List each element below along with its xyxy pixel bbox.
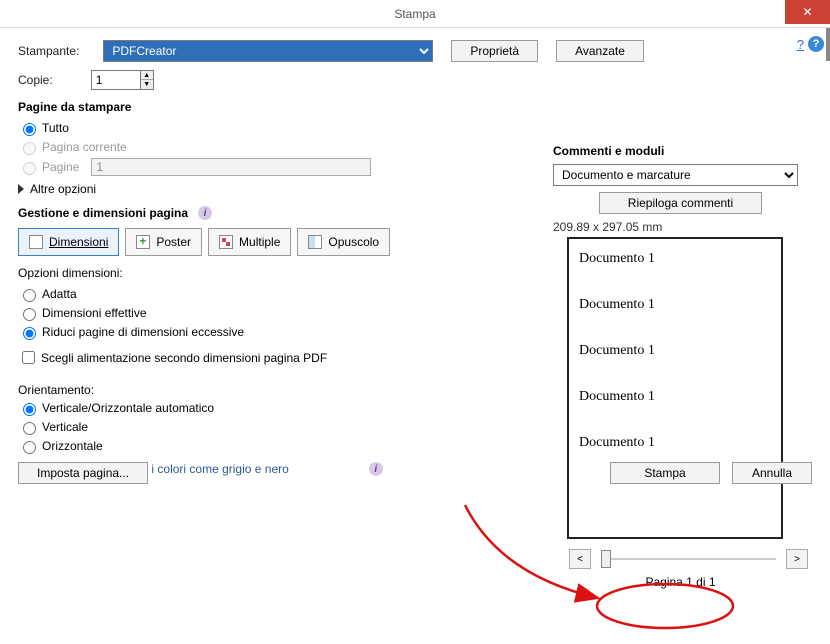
- orient-auto-label: Verticale/Orizzontale automatico: [42, 401, 214, 415]
- titlebar: Stampa ✕: [0, 0, 830, 28]
- tab-booklet-label: Opuscolo: [328, 235, 379, 249]
- paper-source-label: Scegli alimentazione secondo dimensioni …: [41, 351, 327, 365]
- info-icon[interactable]: i: [198, 206, 212, 220]
- window-title: Stampa: [394, 7, 435, 21]
- preview-box: Documento 1 Documento 1 Documento 1 Docu…: [567, 237, 783, 539]
- page-indicator: Pagina 1 di 1: [553, 575, 808, 589]
- printer-select[interactable]: PDFCreator: [103, 40, 433, 62]
- radio-all-label: Tutto: [42, 121, 69, 135]
- radio-fit-input[interactable]: [23, 289, 36, 302]
- printer-row: Stampante: PDFCreator Proprietà Avanzate: [18, 40, 812, 62]
- paper-source-checkbox[interactable]: [22, 351, 35, 364]
- radio-actual-input[interactable]: [23, 308, 36, 321]
- size-icon: [29, 235, 43, 249]
- help-area: ? ?: [797, 36, 824, 52]
- prev-page-button[interactable]: <: [569, 549, 591, 569]
- copies-input[interactable]: [91, 70, 141, 90]
- properties-button[interactable]: Proprietà: [451, 40, 538, 62]
- page-setup-button[interactable]: Imposta pagina...: [18, 462, 148, 484]
- tab-size-label: Dimensioni: [49, 235, 108, 249]
- preview-line: Documento 1: [579, 251, 771, 267]
- cancel-label: Annulla: [752, 466, 792, 480]
- footer-right: Stampa Annulla: [610, 462, 812, 484]
- radio-pages-input: [23, 162, 36, 175]
- radio-shrink-input[interactable]: [23, 327, 36, 340]
- radio-all[interactable]: Tutto: [18, 120, 812, 136]
- preview-line: Documento 1: [579, 435, 771, 451]
- advanced-button[interactable]: Avanzate: [556, 40, 644, 62]
- radio-all-input[interactable]: [23, 123, 36, 136]
- help-link[interactable]: ?: [797, 37, 804, 52]
- dialog-content: ? ? Stampante: PDFCreator Proprietà Avan…: [0, 28, 830, 498]
- printer-label: Stampante:: [18, 44, 79, 58]
- spinner-down-icon[interactable]: ▼: [141, 80, 153, 89]
- orient-auto-input[interactable]: [23, 403, 36, 416]
- preview-nav: < >: [569, 549, 808, 569]
- handling-title: Gestione e dimensioni pagina: [18, 206, 188, 220]
- tab-poster-label: Poster: [156, 235, 191, 249]
- pages-range-input: [91, 158, 371, 176]
- summarize-comments-button[interactable]: Riepiloga commenti: [599, 192, 762, 214]
- cancel-button[interactable]: Annulla: [732, 462, 812, 484]
- spinner-up-icon[interactable]: ▲: [141, 71, 153, 80]
- page-setup-label: Imposta pagina...: [37, 466, 129, 480]
- radio-actual-label: Dimensioni effettive: [42, 306, 147, 320]
- next-page-button[interactable]: >: [786, 549, 808, 569]
- orient-landscape-input[interactable]: [23, 441, 36, 454]
- multiple-icon: [219, 235, 233, 249]
- radio-current-input: [23, 142, 36, 155]
- tab-multiple-label: Multiple: [239, 235, 280, 249]
- print-label: Stampa: [644, 466, 685, 480]
- copies-label: Copie:: [18, 73, 53, 87]
- tab-poster[interactable]: Poster: [125, 228, 202, 256]
- orient-landscape-label: Orizzontale: [42, 439, 103, 453]
- footer: Imposta pagina... Stampa Annulla: [18, 462, 812, 484]
- radio-pages-label: Pagine: [42, 160, 79, 174]
- preview-line: Documento 1: [579, 297, 771, 313]
- booklet-icon: [308, 235, 322, 249]
- slider-thumb[interactable]: [601, 550, 611, 568]
- orient-portrait-input[interactable]: [23, 422, 36, 435]
- comments-title: Commenti e moduli: [553, 144, 808, 158]
- properties-label: Proprietà: [470, 44, 519, 58]
- tab-multiple[interactable]: Multiple: [208, 228, 291, 256]
- advanced-label: Avanzate: [575, 44, 625, 58]
- radio-current-label: Pagina corrente: [42, 140, 127, 154]
- poster-icon: [136, 235, 150, 249]
- preview-line: Documento 1: [579, 389, 771, 405]
- preview-dimensions: 209.89 x 297.05 mm: [553, 220, 808, 234]
- copies-spinner[interactable]: ▲ ▼: [140, 70, 154, 90]
- pages-section-title: Pagine da stampare: [18, 100, 812, 114]
- tab-size[interactable]: Dimensioni: [18, 228, 119, 256]
- close-icon: ✕: [802, 5, 812, 19]
- close-button[interactable]: ✕: [785, 0, 830, 24]
- help-icon[interactable]: ?: [808, 36, 824, 52]
- radio-shrink-label: Riduci pagine di dimensioni eccessive: [42, 325, 244, 339]
- comments-select[interactable]: Documento e marcature: [553, 164, 798, 186]
- preview-line: Documento 1: [579, 343, 771, 359]
- radio-fit-label: Adatta: [42, 287, 77, 301]
- more-options-label: Altre opzioni: [30, 182, 96, 196]
- triangle-right-icon: [18, 184, 24, 194]
- right-column: Commenti e moduli Documento e marcature …: [553, 144, 808, 589]
- summarize-label: Riepiloga commenti: [628, 196, 733, 210]
- orient-portrait-label: Verticale: [42, 420, 88, 434]
- copies-row: Copie: ▲ ▼: [18, 70, 812, 90]
- tab-booklet[interactable]: Opuscolo: [297, 228, 390, 256]
- preview-slider[interactable]: [601, 558, 776, 560]
- print-button[interactable]: Stampa: [610, 462, 720, 484]
